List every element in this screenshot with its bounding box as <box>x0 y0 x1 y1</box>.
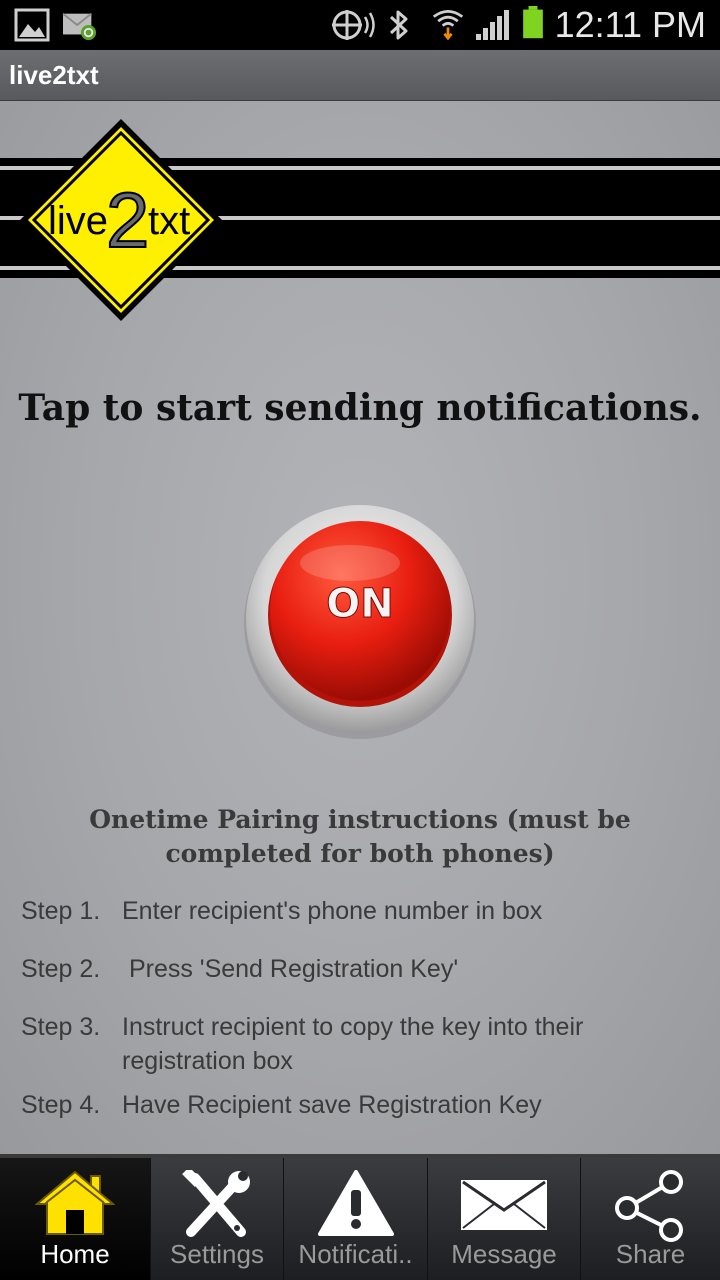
headline: Tap to start sending notifications. <box>18 387 702 429</box>
tab-share[interactable]: Share <box>580 1158 720 1280</box>
logo-text-live: live <box>48 199 108 243</box>
tab-notifications[interactable]: Notificati.. <box>283 1158 427 1280</box>
warning-icon <box>317 1170 394 1236</box>
battery-icon <box>523 6 543 39</box>
settings-tools-icon <box>182 1170 250 1237</box>
tab-message[interactable]: Message <box>427 1158 580 1280</box>
wifi-icon <box>432 10 464 40</box>
step-text: Enter recipient's phone number in box <box>122 897 543 925</box>
on-button[interactable]: ON <box>240 501 480 741</box>
logo-text-txt: txt <box>148 199 190 243</box>
signal-icon <box>476 10 509 40</box>
step-number: Step 3. <box>21 1013 101 1041</box>
step-text: Press 'Send Registration Key' <box>122 955 459 983</box>
logo-text-2: 2 <box>106 176 149 264</box>
screen: 12:11 PM live2txt live 2 txt Tap to star… <box>0 0 720 1280</box>
bottom-tab-bar: Home Settings Notificati.. Message Share <box>0 1154 720 1280</box>
step-number: Step 2. <box>21 955 101 983</box>
on-button-label: ON <box>326 581 393 627</box>
tab-settings[interactable]: Settings <box>150 1158 283 1280</box>
email-sync-icon <box>62 12 97 41</box>
step-number: Step 1. <box>21 897 101 925</box>
status-bar: 12:11 PM <box>0 0 720 50</box>
gps-icon <box>332 10 375 40</box>
main-content: live 2 txt Tap to start sending notifica… <box>0 101 720 1154</box>
envelope-icon <box>461 1180 547 1230</box>
step-number: Step 4. <box>21 1091 101 1119</box>
app-title-bar: live2txt <box>0 50 720 101</box>
step-text: Instruct recipient to copy the key into … <box>122 1013 584 1075</box>
tab-home[interactable]: Home <box>0 1158 150 1280</box>
tab-label: Notificati.. <box>298 1239 413 1269</box>
pairing-instructions-title: Onetime Pairing instructions (must be co… <box>89 805 631 868</box>
live2txt-logo: live 2 txt <box>20 119 222 321</box>
status-time: 12:11 PM <box>554 4 706 45</box>
home-icon <box>35 1170 115 1235</box>
tab-label: Message <box>451 1239 557 1269</box>
tab-label: Settings <box>170 1239 264 1269</box>
step-text: Have Recipient save Registration Key <box>122 1091 542 1119</box>
tab-label: Share <box>615 1239 686 1269</box>
bluetooth-icon <box>389 10 408 40</box>
tab-label: Home <box>40 1239 110 1269</box>
share-icon <box>614 1170 683 1242</box>
gallery-icon <box>14 8 50 42</box>
app-title: live2txt <box>9 60 99 90</box>
